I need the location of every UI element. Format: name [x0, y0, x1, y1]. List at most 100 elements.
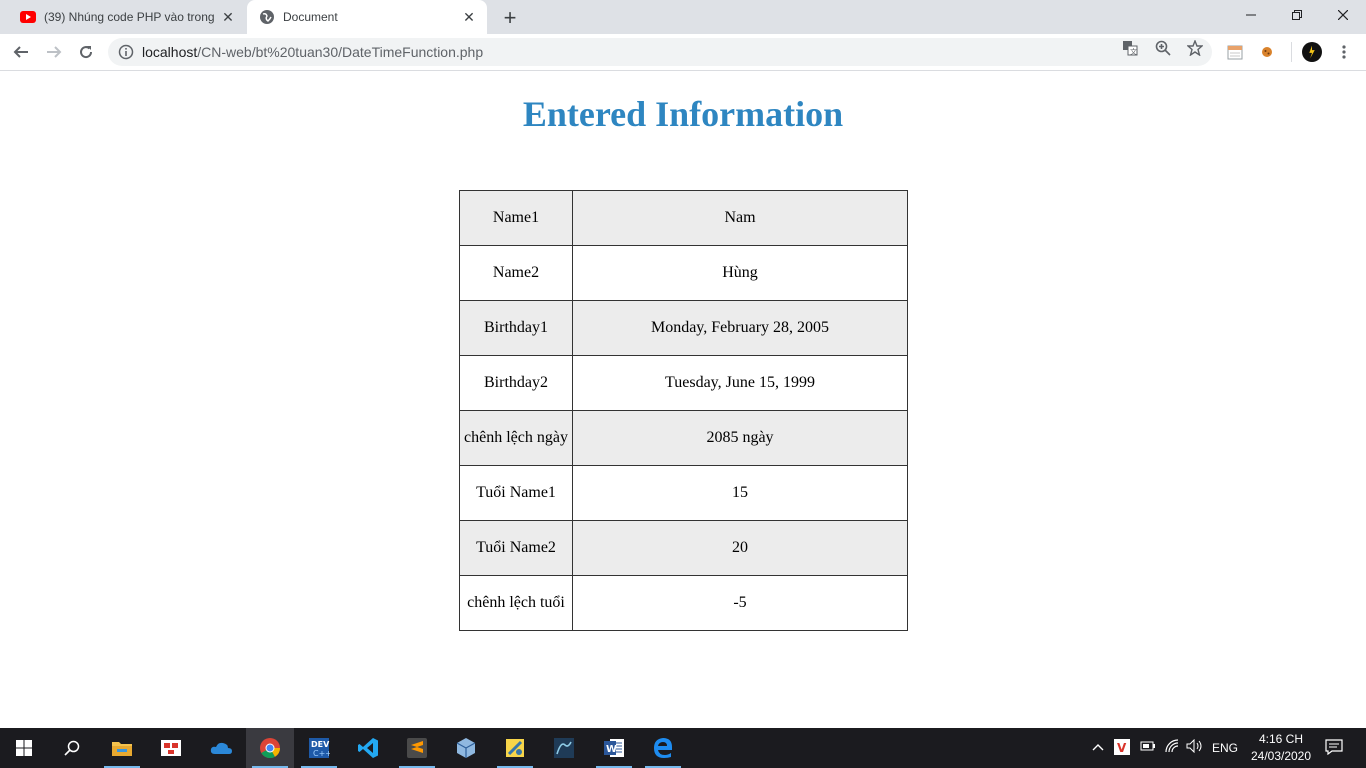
bookmark-star-icon[interactable]: [1187, 40, 1203, 56]
tab-title: (39) Nhúng code PHP vào trong HTML: [44, 10, 218, 24]
row-value: 2085 ngày: [572, 410, 908, 466]
python-idle-button[interactable]: [491, 728, 539, 768]
onedrive-icon: [210, 742, 232, 754]
browser-tab-strip: (39) Nhúng code PHP vào trong HTML ✕ Doc…: [0, 0, 1366, 34]
table-row: Name2 Hùng: [459, 245, 908, 301]
svg-text:V: V: [1117, 741, 1127, 755]
table-row: Name1 Nam: [459, 190, 908, 246]
show-hidden-icons-icon[interactable]: [1092, 740, 1104, 754]
close-icon[interactable]: ✕: [218, 7, 238, 27]
mysql-workbench-button[interactable]: [540, 728, 588, 768]
vscode-button[interactable]: [344, 728, 392, 768]
more-menu-icon[interactable]: [1334, 42, 1354, 62]
edge-button[interactable]: [639, 728, 687, 768]
clock-date: 24/03/2020: [1250, 749, 1312, 763]
snipping-tool-icon: [161, 740, 181, 756]
zoom-icon[interactable]: [1155, 40, 1171, 56]
windows-start-button[interactable]: [0, 728, 48, 768]
back-arrow-icon: [13, 46, 28, 58]
chrome-button[interactable]: [246, 728, 294, 768]
row-label: Name2: [459, 245, 573, 301]
svg-text:W: W: [606, 744, 617, 755]
browser-toolbar: localhost/CN-web/bt%20tuan30/DateTimeFun…: [0, 34, 1366, 71]
row-label: Tuổi Name2: [459, 520, 573, 576]
table-row: Birthday2 Tuesday, June 15, 1999: [459, 355, 908, 411]
table-row: Birthday1 Monday, February 28, 2005: [459, 300, 908, 356]
tab-document[interactable]: Document ✕: [247, 0, 487, 34]
chrome-icon: [260, 738, 281, 759]
volume-icon[interactable]: [1186, 738, 1204, 756]
address-bar[interactable]: localhost/CN-web/bt%20tuan30/DateTimeFun…: [108, 38, 1212, 66]
row-value: 20: [572, 520, 908, 576]
search-button[interactable]: [48, 728, 96, 768]
row-label: Birthday2: [459, 355, 573, 411]
minimize-button[interactable]: [1228, 0, 1274, 30]
row-value: Monday, February 28, 2005: [572, 300, 908, 356]
translate-icon[interactable]: 文: [1122, 40, 1138, 56]
youtube-icon: [20, 9, 36, 25]
mysql-workbench-icon: [554, 738, 574, 758]
taskbar-clock[interactable]: 4:16 CH 24/03/2020: [1246, 731, 1316, 765]
sublime-text-button[interactable]: [393, 728, 441, 768]
page-content: Entered Information Name1 Nam Name2 Hùng Bir…: [0, 71, 1366, 728]
windows-taskbar: DEV C++ W V ENG 4:16 CH 24/03/2020: [0, 728, 1366, 768]
windows-start-icon: [16, 740, 32, 756]
reload-icon: [80, 46, 93, 59]
wifi-icon[interactable]: [1164, 739, 1180, 756]
row-value: Hùng: [572, 245, 908, 301]
row-label: chênh lệch ngày: [459, 410, 573, 466]
virtualbox-button[interactable]: [442, 728, 490, 768]
info-icon[interactable]: [118, 44, 134, 60]
file-explorer-icon: [112, 742, 132, 756]
new-tab-button[interactable]: +: [498, 5, 522, 30]
svg-text:文: 文: [1130, 47, 1137, 56]
calendar-extension-icon[interactable]: [1225, 42, 1245, 62]
globe-icon: [259, 9, 275, 25]
row-value: Tuesday, June 15, 1999: [572, 355, 908, 411]
close-icon[interactable]: ✕: [459, 7, 479, 27]
url-path: /CN-web/bt%20tuan30/DateTimeFunction.php: [197, 44, 484, 60]
table-row: chênh lệch tuổi -5: [459, 575, 908, 631]
tab-title: Document: [283, 10, 338, 24]
close-window-button[interactable]: [1320, 0, 1366, 30]
row-value: -5: [572, 575, 908, 631]
battery-icon[interactable]: [1140, 740, 1156, 755]
vscode-icon: [358, 738, 378, 758]
table-row: Tuổi Name1 15: [459, 465, 908, 521]
dev-cpp-button[interactable]: DEV C++: [295, 728, 343, 768]
language-indicator[interactable]: ENG: [1212, 741, 1238, 755]
svg-text:DEV: DEV: [311, 740, 330, 749]
forward-arrow-icon: [47, 46, 62, 58]
tab-youtube[interactable]: (39) Nhúng code PHP vào trong HTML ✕: [8, 0, 246, 34]
python-idle-icon: [506, 739, 524, 757]
virtualbox-icon: [456, 738, 476, 758]
back-button[interactable]: [7, 38, 35, 66]
edge-icon: [654, 738, 672, 758]
clock-time: 4:16 CH: [1258, 732, 1304, 746]
snipping-tool-button[interactable]: [147, 728, 195, 768]
word-button[interactable]: W: [590, 728, 638, 768]
url-text: localhost/CN-web/bt%20tuan30/DateTimeFun…: [142, 44, 483, 60]
file-explorer-button[interactable]: [98, 728, 146, 768]
word-icon: W: [604, 739, 624, 757]
page-title: Entered Information: [522, 94, 844, 134]
svg-text:C++: C++: [313, 749, 330, 758]
unikey-icon[interactable]: V: [1114, 739, 1130, 758]
row-label: Name1: [459, 190, 573, 246]
table-row: chênh lệch ngày 2085 ngày: [459, 410, 908, 466]
forward-button[interactable]: [40, 38, 68, 66]
dev-cpp-icon: DEVC++: [309, 738, 330, 758]
cookie-extension-icon[interactable]: [1257, 42, 1277, 62]
reload-button[interactable]: [72, 38, 100, 66]
sublime-text-icon: [407, 738, 427, 758]
restore-button[interactable]: [1274, 0, 1320, 30]
row-label: Birthday1: [459, 300, 573, 356]
avatar[interactable]: [1302, 42, 1322, 62]
row-label: Tuổi Name1: [459, 465, 573, 521]
toolbar-divider: [1291, 42, 1292, 62]
url-host: localhost: [142, 44, 198, 60]
info-table: Name1 Nam Name2 Hùng Birthday1 Monday, Februa…: [459, 190, 908, 631]
notification-icon[interactable]: [1325, 739, 1343, 758]
search-icon: [64, 740, 80, 756]
onedrive-button[interactable]: [197, 728, 245, 768]
